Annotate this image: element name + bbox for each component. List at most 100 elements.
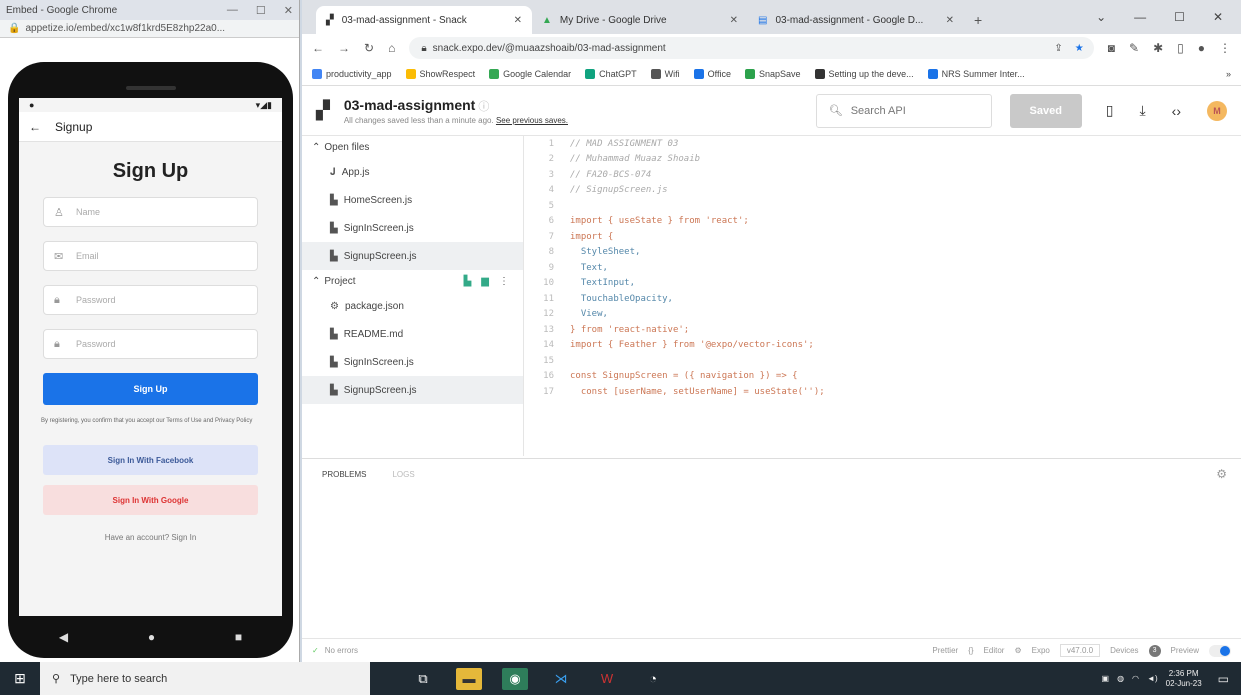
tray-app-icon[interactable]: ▣ xyxy=(1102,674,1110,683)
editor-settings-button[interactable]: Editor xyxy=(984,646,1005,655)
open-file-item[interactable]: ▙ HomeScreen.js xyxy=(302,186,523,214)
profile-icon[interactable]: ● xyxy=(1198,41,1205,55)
back-nav-icon[interactable]: ◀ xyxy=(59,630,68,644)
home-icon[interactable]: ⌂ xyxy=(388,41,395,55)
app-icon[interactable]: ◔ xyxy=(640,668,666,690)
project-header[interactable]: ⌃ Project ▙ ▆ ⋮ xyxy=(302,270,523,292)
chrome-icon[interactable]: ◉ xyxy=(502,667,528,690)
tab-logs[interactable]: LOGS xyxy=(392,470,414,479)
bookmark[interactable]: Wifi xyxy=(650,68,680,79)
recents-nav-icon[interactable]: ■ xyxy=(235,630,242,644)
file-icon: ▙ xyxy=(330,222,338,234)
embed-urlbar[interactable]: 🔒 appetize.io/embed/xc1w8f1krd5E8zhp22a0… xyxy=(0,20,299,38)
project-name[interactable]: 03-mad-assignment xyxy=(344,97,475,113)
code-editor[interactable]: 1 // MAD ASSIGNMENT 03 2 // Muhammad Muaaz … xyxy=(524,136,1241,456)
open-file-item[interactable]: ▙ SignupScreen.js xyxy=(302,242,523,270)
minimize-icon[interactable]: — xyxy=(1134,10,1146,24)
bookmark[interactable]: Setting up the deve... xyxy=(814,68,914,79)
extension-camera-icon[interactable]: ◙ xyxy=(1108,41,1115,55)
project-file-item[interactable]: ⚙ package.json xyxy=(302,292,523,320)
back-arrow-icon[interactable]: ← xyxy=(29,120,41,134)
volume-icon[interactable]: ◄) xyxy=(1147,674,1158,683)
tray-icon[interactable]: ◍ xyxy=(1117,674,1124,683)
download-icon[interactable]: ⤓ xyxy=(1139,102,1145,119)
forward-icon[interactable]: → xyxy=(338,41,350,55)
close-tab-icon[interactable]: ✕ xyxy=(946,15,954,26)
close-icon[interactable]: ✕ xyxy=(284,4,293,17)
sidepanel-icon[interactable]: ▯ xyxy=(1177,41,1184,55)
signup-heading: Sign Up xyxy=(112,160,189,182)
project-file-item[interactable]: ▙ README.md xyxy=(302,320,523,348)
home-nav-icon[interactable]: ● xyxy=(148,630,155,644)
notification-center-icon[interactable]: ▭ xyxy=(1218,672,1229,686)
bookmark[interactable]: ShowRespect xyxy=(405,68,475,79)
preview-toggle[interactable] xyxy=(1209,644,1231,657)
sdk-version-select[interactable]: v47.0.0 xyxy=(1059,644,1101,657)
search-api-input[interactable]: 🔍︎ Search API xyxy=(815,93,992,128)
windows-start-icon[interactable]: ⊞ xyxy=(0,662,40,695)
vscode-icon[interactable]: ⋊ xyxy=(548,668,574,690)
settings-gear-icon[interactable]: ⚙ xyxy=(1216,467,1227,481)
name-field[interactable]: ♙ Name xyxy=(43,197,258,227)
project-file-item[interactable]: ▙ SignInScreen.js xyxy=(302,348,523,376)
embed-code-icon[interactable]: ‹› xyxy=(1172,103,1181,119)
open-files-header[interactable]: ⌃ Open files xyxy=(302,136,523,158)
maximize-icon[interactable]: ☐ xyxy=(256,4,266,17)
address-bar[interactable]: 🔒︎ snack.expo.dev/@muaazshoaib/03-mad-as… xyxy=(409,37,1094,59)
taskbar-search[interactable]: ⚲ Type here to search xyxy=(40,662,370,695)
bookmark[interactable]: Google Calendar xyxy=(489,68,571,79)
close-icon[interactable]: ✕ xyxy=(1213,10,1223,24)
line-number: 10 xyxy=(543,278,554,289)
close-tab-icon[interactable]: ✕ xyxy=(514,15,522,26)
device-icon[interactable]: ▯ xyxy=(1106,102,1114,119)
tab-problems[interactable]: PROBLEMS xyxy=(322,470,366,479)
file-explorer-icon[interactable]: ▬ xyxy=(456,667,482,690)
winrar-icon[interactable]: W xyxy=(594,668,620,690)
facebook-signin-button[interactable]: Sign In With Facebook xyxy=(43,445,258,475)
tab-drive[interactable]: ▲ My Drive - Google Drive ✕ xyxy=(532,6,748,34)
bookmark[interactable]: Office xyxy=(693,68,731,79)
new-folder-icon[interactable]: ▆ xyxy=(481,276,489,287)
maximize-icon[interactable]: ☐ xyxy=(1174,10,1185,24)
task-view-icon[interactable]: ⧉ xyxy=(410,668,436,690)
extensions-icon[interactable]: ✱ xyxy=(1153,41,1163,55)
project-file-item[interactable]: ▙ SignupScreen.js xyxy=(302,376,523,404)
tab-search-icon[interactable]: ⌄ xyxy=(1096,10,1106,24)
bookmark[interactable]: productivity_app xyxy=(312,68,392,79)
menu-icon[interactable]: ⋮ xyxy=(1219,41,1231,55)
errors-status[interactable]: No errors xyxy=(325,646,358,655)
see-previous-saves-link[interactable]: See previous saves. xyxy=(496,116,568,125)
minimize-icon[interactable]: — xyxy=(227,4,238,17)
clock[interactable]: 2:36 PM 02-Jun-23 xyxy=(1166,669,1202,689)
new-file-icon[interactable]: ▙ xyxy=(464,276,472,287)
avatar[interactable]: M xyxy=(1207,100,1227,121)
open-file-item[interactable]: 𝐉 App.js xyxy=(302,158,523,186)
new-tab-icon[interactable]: + xyxy=(964,6,992,34)
more-icon[interactable]: ⋮ xyxy=(499,276,509,287)
bookmark[interactable]: ChatGPT xyxy=(585,68,637,79)
prettier-button[interactable]: Prettier xyxy=(932,646,958,655)
more-bookmarks-icon[interactable]: » xyxy=(1226,69,1231,79)
tab-docs[interactable]: ▤ 03-mad-assignment - Google D... ✕ xyxy=(748,6,964,34)
info-icon[interactable]: ⓘ xyxy=(478,101,489,113)
signup-button[interactable]: Sign Up xyxy=(43,373,258,405)
open-file-item[interactable]: ▙ SignInScreen.js xyxy=(302,214,523,242)
password-field[interactable]: 🔒︎ Password xyxy=(43,285,258,315)
share-icon[interactable]: ⇪ xyxy=(1054,43,1062,54)
file-icon: ▙ xyxy=(330,250,338,262)
bookmark[interactable]: NRS Summer Inter... xyxy=(927,68,1025,79)
close-tab-icon[interactable]: ✕ xyxy=(730,15,738,26)
tab-snack[interactable]: ▞ 03-mad-assignment - Snack ✕ xyxy=(316,6,532,34)
star-icon[interactable]: ★ xyxy=(1075,43,1084,54)
back-icon[interactable]: ← xyxy=(312,41,324,55)
have-account-link[interactable]: Have an account? Sign In xyxy=(19,533,282,542)
reload-icon[interactable]: ↻ xyxy=(364,41,374,55)
devices-button[interactable]: Devices xyxy=(1110,646,1138,655)
google-signin-button[interactable]: Sign In With Google xyxy=(43,485,258,515)
extension-pen-icon[interactable]: ✎ xyxy=(1129,41,1139,55)
email-field[interactable]: ✉ Email xyxy=(43,241,258,271)
saved-button[interactable]: Saved xyxy=(1009,93,1082,128)
bookmark[interactable]: SnapSave xyxy=(744,68,801,79)
network-icon[interactable]: ◠ xyxy=(1132,674,1139,683)
confirm-password-field[interactable]: 🔒︎ Password xyxy=(43,329,258,359)
